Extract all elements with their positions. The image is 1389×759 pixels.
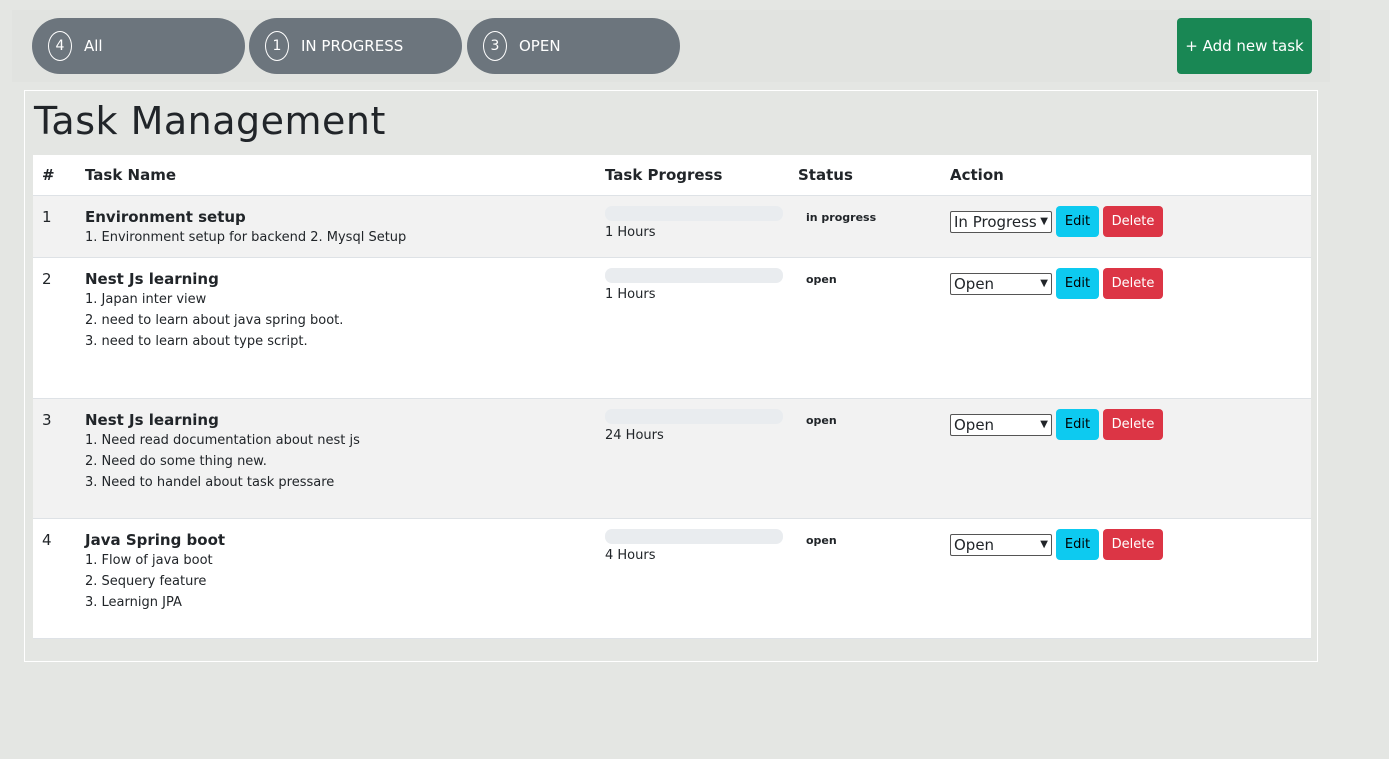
task-panel: Task Management # Task Name Task Progres… xyxy=(24,90,1318,662)
table-row: 2 Nest Js learning 1. Japan inter view 2… xyxy=(33,257,1311,399)
status-select[interactable]: Open ▼ xyxy=(950,533,1052,556)
column-header-task-progress: Task Progress xyxy=(596,155,789,196)
filter-count-badge: 4 xyxy=(48,31,72,61)
task-name: Nest Js learning xyxy=(85,411,219,429)
task-description-line: 3. need to learn about type script. xyxy=(85,334,308,349)
chevron-down-icon: ▼ xyxy=(1040,278,1048,289)
table-row: 4 Java Spring boot 1. Flow of java boot … xyxy=(33,518,1311,639)
column-header-task-name: Task Name xyxy=(76,155,596,196)
chevron-down-icon: ▼ xyxy=(1040,216,1048,227)
filter-label: OPEN xyxy=(519,37,561,55)
status-select-value: In Progress xyxy=(954,212,1037,231)
edit-button[interactable]: Edit xyxy=(1056,529,1099,560)
chevron-down-icon: ▼ xyxy=(1040,419,1048,430)
task-progress-bar xyxy=(605,206,783,221)
row-number: 1 xyxy=(42,208,52,226)
filter-label: All xyxy=(84,37,103,55)
row-actions: Open ▼ Edit Delete xyxy=(950,268,1311,299)
row-number: 2 xyxy=(42,270,52,288)
filter-all-button[interactable]: 4 All xyxy=(32,18,245,74)
filter-bar: 4 All 1 IN PROGRESS 3 OPEN + Add new tas… xyxy=(12,10,1330,82)
task-hours: 1 Hours xyxy=(605,287,656,302)
task-hours: 24 Hours xyxy=(605,428,664,443)
delete-button[interactable]: Delete xyxy=(1103,206,1163,237)
table-row: 3 Nest Js learning 1. Need read document… xyxy=(33,398,1311,519)
status-select[interactable]: Open ▼ xyxy=(950,413,1052,436)
column-header-status: Status xyxy=(789,155,941,196)
status-select[interactable]: In Progress ▼ xyxy=(950,210,1052,233)
task-progress-bar xyxy=(605,268,783,283)
task-description-line: 2. Need do some thing new. xyxy=(85,454,267,469)
edit-button[interactable]: Edit xyxy=(1056,409,1099,440)
task-table: # Task Name Task Progress Status Action … xyxy=(33,155,1311,639)
task-description-line: 1. Flow of java boot xyxy=(85,553,213,568)
filter-count-badge: 3 xyxy=(483,31,507,61)
row-actions: Open ▼ Edit Delete xyxy=(950,409,1311,440)
task-name: Java Spring boot xyxy=(85,531,226,549)
table-header-row: # Task Name Task Progress Status Action xyxy=(33,155,1311,196)
edit-button[interactable]: Edit xyxy=(1056,268,1099,299)
column-header-action: Action xyxy=(941,155,1311,196)
add-new-task-button[interactable]: + Add new task xyxy=(1177,18,1312,74)
column-header-number: # xyxy=(33,155,76,196)
delete-button[interactable]: Delete xyxy=(1103,409,1163,440)
task-description-line: 3. Learnign JPA xyxy=(85,595,182,610)
delete-button[interactable]: Delete xyxy=(1103,529,1163,560)
task-name: Environment setup xyxy=(85,208,246,226)
task-progress-bar xyxy=(605,409,783,424)
status-select-value: Open xyxy=(954,274,995,293)
task-name: Nest Js learning xyxy=(85,270,219,288)
chevron-down-icon: ▼ xyxy=(1040,539,1048,550)
status-select-value: Open xyxy=(954,535,995,554)
task-description-line: 2. need to learn about java spring boot. xyxy=(85,313,344,328)
table-row: 1 Environment setup 1. Environment setup… xyxy=(33,195,1311,258)
status-select[interactable]: Open ▼ xyxy=(950,272,1052,295)
task-hours: 4 Hours xyxy=(605,548,656,563)
row-number: 4 xyxy=(42,531,52,549)
task-description-line: 2. Sequery feature xyxy=(85,574,207,589)
page-title: Task Management xyxy=(34,99,386,143)
filter-open-button[interactable]: 3 OPEN xyxy=(467,18,680,74)
status-badge: open xyxy=(806,414,837,427)
task-description-line: 1. Environment setup for backend 2. Mysq… xyxy=(85,230,407,245)
edit-button[interactable]: Edit xyxy=(1056,206,1099,237)
status-badge: open xyxy=(806,273,837,286)
task-description-line: 3. Need to handel about task pressare xyxy=(85,475,335,490)
filter-in-progress-button[interactable]: 1 IN PROGRESS xyxy=(249,18,462,74)
filter-count-badge: 1 xyxy=(265,31,289,61)
task-progress-bar xyxy=(605,529,783,544)
task-hours: 1 Hours xyxy=(605,225,656,240)
status-badge: open xyxy=(806,534,837,547)
row-number: 3 xyxy=(42,411,52,429)
task-description-line: 1. Japan inter view xyxy=(85,292,207,307)
status-select-value: Open xyxy=(954,415,995,434)
task-description-line: 1. Need read documentation about nest js xyxy=(85,433,360,448)
status-badge: in progress xyxy=(806,211,877,224)
row-actions: In Progress ▼ Edit Delete xyxy=(950,206,1311,237)
delete-button[interactable]: Delete xyxy=(1103,268,1163,299)
filter-label: IN PROGRESS xyxy=(301,37,404,55)
row-actions: Open ▼ Edit Delete xyxy=(950,529,1311,560)
